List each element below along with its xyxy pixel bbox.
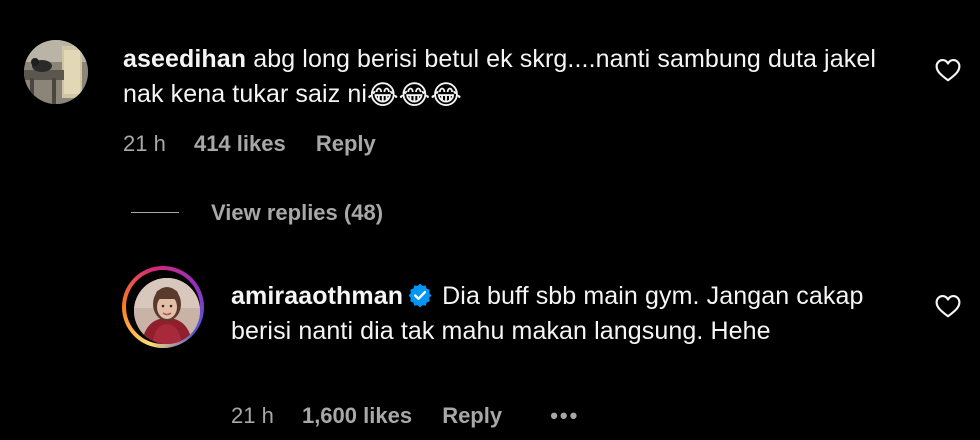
comment-likes-count[interactable]: 1,600 likes — [302, 403, 412, 429]
view-replies-button[interactable]: View replies (48) — [131, 200, 383, 226]
comment-meta: 21 h 1,600 likes Reply ••• — [231, 403, 579, 429]
comment-timestamp[interactable]: 21 h — [123, 131, 166, 157]
comment-username[interactable]: aseedihan — [123, 45, 246, 73]
view-replies-label: View replies (48) — [211, 200, 384, 225]
avatar-image — [134, 278, 200, 344]
reply-button[interactable]: Reply — [442, 403, 502, 429]
heart-icon[interactable] — [935, 294, 961, 318]
comment-likes-count[interactable]: 414 likes — [194, 131, 286, 157]
laughing-emoji-icon: 😂😂😂 — [367, 80, 462, 110]
comment-username[interactable]: amiraaothman — [231, 282, 403, 310]
verified-badge-icon — [408, 283, 432, 308]
comment-timestamp[interactable]: 21 h — [231, 403, 274, 429]
comment-meta: 21 h 414 likes Reply — [123, 131, 376, 157]
avatar[interactable] — [24, 40, 88, 104]
avatar-ring-gap — [126, 270, 200, 344]
heart-icon[interactable] — [935, 58, 961, 82]
avatar-image — [24, 40, 88, 104]
comment-text: aseedihan abg long berisi betul ek skrg.… — [123, 42, 913, 112]
comment-text: amiraaothman Dia buff sbb main gym. Jang… — [231, 279, 911, 349]
more-options-icon[interactable]: ••• — [550, 403, 579, 429]
avatar — [134, 278, 200, 344]
reply-button[interactable]: Reply — [316, 131, 376, 157]
view-replies-divider — [131, 212, 179, 213]
avatar-story-ring[interactable] — [122, 266, 204, 348]
